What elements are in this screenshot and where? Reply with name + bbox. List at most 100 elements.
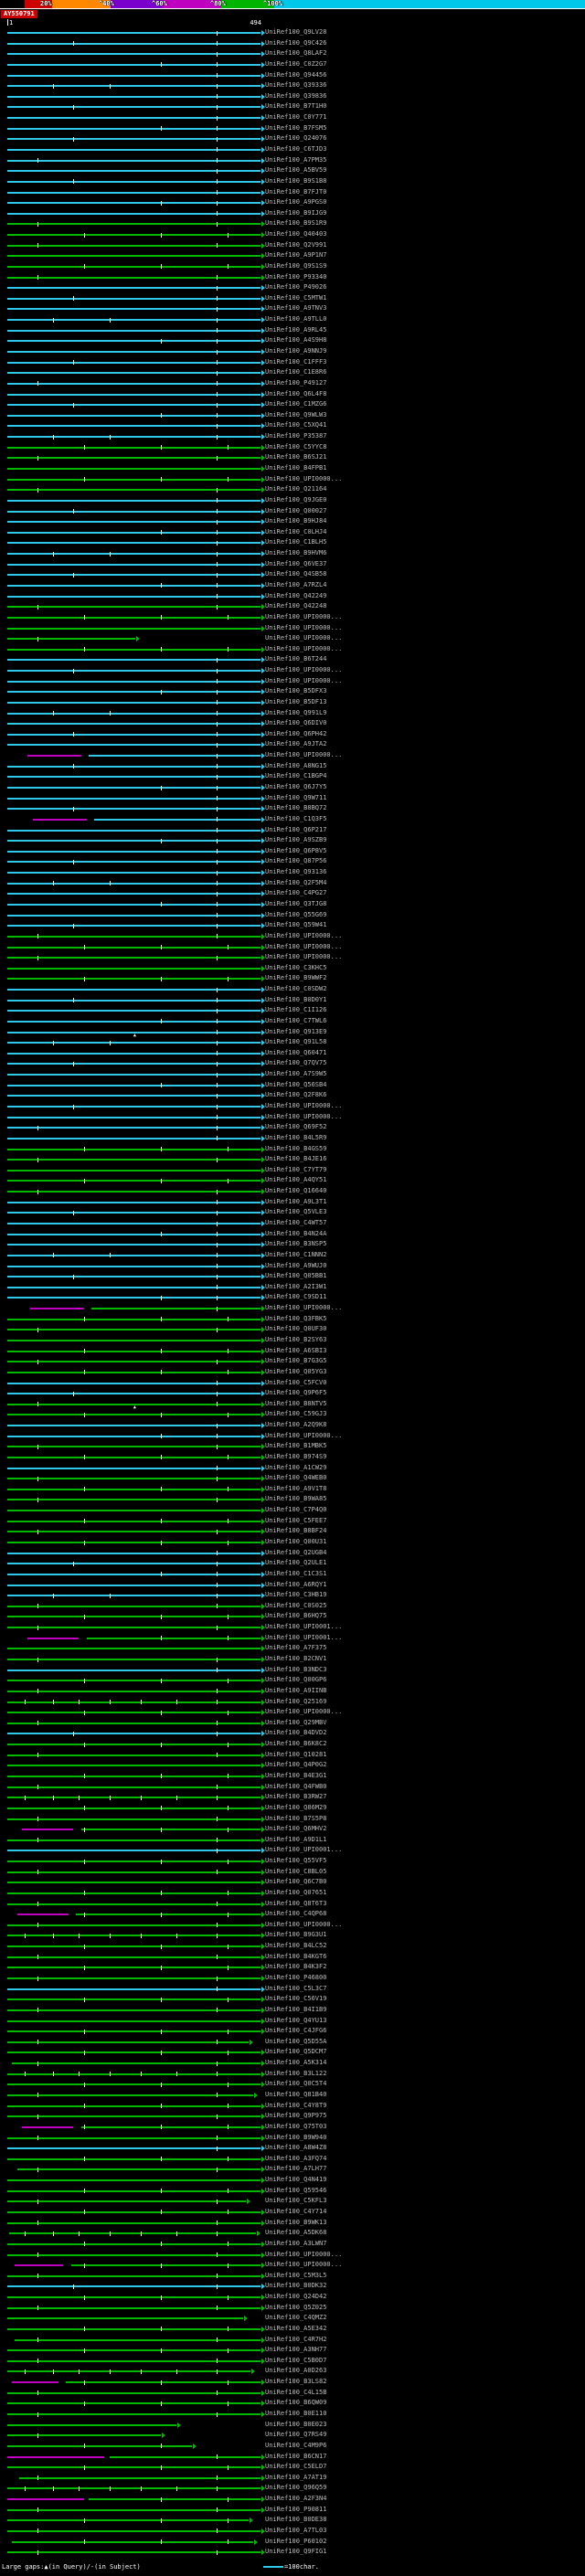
- hit-row[interactable]: UniRef100_Q6DIV0: [0, 718, 585, 729]
- hit-row[interactable]: UniRef100_B5DFX3: [0, 686, 585, 697]
- hit-row[interactable]: UniRef100_C7YT79: [0, 1165, 585, 1176]
- hit-bar[interactable]: [7, 2519, 249, 2522]
- hit-bar[interactable]: [7, 1371, 261, 1373]
- hit-row[interactable]: UniRef100_Q2UGB4: [0, 1548, 585, 1559]
- hit-bar[interactable]: [7, 2030, 261, 2033]
- hit-bar[interactable]: [7, 2359, 261, 2362]
- hit-row[interactable]: UniRef100_A9WUJ0: [0, 1261, 585, 1272]
- hit-bar[interactable]: [76, 1913, 261, 1916]
- hit-label[interactable]: UniRef100_C5ELD7: [265, 2463, 326, 2471]
- hit-label[interactable]: UniRef100_B9HVM6: [265, 549, 326, 557]
- hit-bar[interactable]: [7, 489, 261, 492]
- hit-row[interactable]: UniRef100_UPI0000...: [0, 1707, 585, 1718]
- hit-label[interactable]: UniRef100_A9JTA2: [265, 740, 326, 748]
- hit-bar[interactable]: [7, 425, 261, 428]
- hit-label[interactable]: UniRef100_C4QMZ2: [265, 2314, 326, 2322]
- hit-row[interactable]: UniRef100_A9V1T8: [0, 1484, 585, 1495]
- hit-row[interactable]: UniRef100_P35387: [0, 431, 585, 442]
- hit-bar[interactable]: [7, 1382, 261, 1384]
- hit-label[interactable]: UniRef100_Q8LAF2: [265, 49, 326, 58]
- hit-label[interactable]: UniRef100_A9NNJ9: [265, 347, 326, 355]
- hit-row[interactable]: UniRef100_A7TL03: [0, 2526, 585, 2537]
- hit-bar[interactable]: [7, 733, 261, 736]
- hit-row[interactable]: UniRef100_Q6L4F8: [0, 389, 585, 400]
- hit-label[interactable]: UniRef100_UPI0000...: [265, 943, 342, 951]
- hit-row[interactable]: UniRef100_C5FCV0: [0, 1378, 585, 1389]
- hit-label[interactable]: UniRef100_Q3FBK5: [265, 1315, 326, 1323]
- hit-bar[interactable]: [7, 1435, 261, 1437]
- hit-bar[interactable]: [7, 2349, 261, 2352]
- hit-row[interactable]: UniRef100_Q9S1S9: [0, 261, 585, 272]
- hit-row[interactable]: UniRef100_Q42248: [0, 601, 585, 612]
- hit-row[interactable]: UniRef100_UPI0000...: [0, 633, 585, 644]
- hit-label[interactable]: UniRef100_C4Y714: [265, 2208, 326, 2216]
- hit-label[interactable]: UniRef100_Q75T03: [265, 2123, 326, 2131]
- hit-row[interactable]: UniRef100_Q55VF5: [0, 1856, 585, 1867]
- hit-row[interactable]: UniRef100_C7TWL6: [0, 1016, 585, 1027]
- hit-bar[interactable]: [7, 829, 261, 832]
- hit-label[interactable]: UniRef100_B2SY63: [265, 1336, 326, 1344]
- hit-row[interactable]: UniRef100_C8BL05: [0, 1867, 585, 1878]
- hit-row[interactable]: UniRef100_Q96Q59: [0, 2483, 585, 2494]
- hit-label[interactable]: UniRef100_Q24D42: [265, 2293, 326, 2301]
- hit-label[interactable]: UniRef100_B4I1B9: [265, 2006, 326, 2014]
- hit-bar[interactable]: [7, 776, 261, 779]
- hit-row[interactable]: UniRef100_B3RW27: [0, 1792, 585, 1803]
- hit-bar[interactable]: [7, 1616, 261, 1618]
- hit-label[interactable]: UniRef100_C0Z2G7: [265, 60, 326, 69]
- hit-label[interactable]: UniRef100_UPI0000...: [265, 624, 342, 632]
- hit-bar[interactable]: [7, 872, 261, 875]
- hit-row[interactable]: UniRef100_Q9FIG1: [0, 2547, 585, 2558]
- hit-bar[interactable]: [7, 1244, 261, 1246]
- hit-label[interactable]: UniRef100_A4QY51: [265, 1176, 326, 1184]
- hit-bar[interactable]: [70, 2264, 261, 2267]
- hit-bar[interactable]: [7, 1265, 261, 1267]
- hit-bar[interactable]: [7, 2306, 261, 2309]
- hit-row[interactable]: UniRef100_C6TJD3: [0, 144, 585, 155]
- hit-label[interactable]: UniRef100_Q5DCM7: [265, 2048, 326, 2056]
- hit-bar[interactable]: [12, 2540, 254, 2543]
- hit-bar[interactable]: [12, 2062, 261, 2065]
- hit-bar[interactable]: [7, 297, 261, 300]
- hit-label[interactable]: UniRef100_UPI0000...: [265, 1432, 342, 1440]
- hit-bar[interactable]: [7, 32, 261, 34]
- hit-label[interactable]: UniRef100_Q6J7Y5: [265, 783, 326, 791]
- hit-bar[interactable]: [7, 2072, 261, 2075]
- hit-row[interactable]: UniRef100_Q2F5M4: [0, 878, 585, 889]
- hit-label[interactable]: UniRef100_B0E110: [265, 2410, 326, 2418]
- low-identity-segment[interactable]: [16, 1913, 69, 1916]
- hit-row[interactable]: UniRef100_Q87P56: [0, 856, 585, 867]
- hit-label[interactable]: UniRef100_UPI0000...: [265, 645, 342, 653]
- hit-bar[interactable]: [7, 861, 261, 864]
- hit-bar[interactable]: [7, 1478, 261, 1480]
- hit-row[interactable]: UniRef100_A9D1L1: [0, 1835, 585, 1846]
- hit-label[interactable]: UniRef100_B7FSM5: [265, 124, 326, 133]
- hit-row[interactable]: UniRef100_UPI0000...: [0, 2260, 585, 2271]
- hit-bar[interactable]: [7, 1648, 261, 1650]
- hit-label[interactable]: UniRef100_A7TL03: [265, 2527, 326, 2535]
- hit-bar[interactable]: [7, 744, 261, 747]
- hit-row[interactable]: UniRef100_C1Q3F5: [0, 814, 585, 825]
- hit-bar[interactable]: [7, 1850, 261, 1852]
- hit-bar[interactable]: [7, 1807, 261, 1809]
- hit-bar[interactable]: [7, 1977, 261, 1980]
- hit-bar[interactable]: [89, 755, 261, 758]
- hit-label[interactable]: UniRef100_A2Q9K8: [265, 1421, 326, 1429]
- hit-row[interactable]: UniRef100_UPI0000...: [0, 1303, 585, 1314]
- hit-label[interactable]: UniRef100_UPI0000...: [265, 634, 342, 642]
- hit-row[interactable]: UniRef100_UPI0001...: [0, 1633, 585, 1644]
- hit-bar[interactable]: [7, 1552, 261, 1554]
- hit-bar[interactable]: [7, 191, 261, 194]
- hit-bar[interactable]: [7, 808, 261, 811]
- hit-row[interactable]: UniRef100_B9IJG9: [0, 208, 585, 219]
- hit-label[interactable]: UniRef100_A3FQ74: [265, 2155, 326, 2163]
- hit-bar[interactable]: [7, 2487, 261, 2490]
- hit-bar[interactable]: [7, 2413, 261, 2416]
- hit-bar[interactable]: [7, 2189, 261, 2192]
- hit-row[interactable]: UniRef100_Q8T6T3: [0, 1899, 585, 1910]
- hit-label[interactable]: UniRef100_C4QP68: [265, 1910, 326, 1918]
- hit-label[interactable]: UniRef100_A9RL45: [265, 326, 326, 334]
- hit-label[interactable]: UniRef100_A5E342: [265, 2325, 326, 2333]
- hit-row[interactable]: UniRef100_B9WA85: [0, 1494, 585, 1505]
- hit-label[interactable]: UniRef100_C4L15B: [265, 2389, 326, 2397]
